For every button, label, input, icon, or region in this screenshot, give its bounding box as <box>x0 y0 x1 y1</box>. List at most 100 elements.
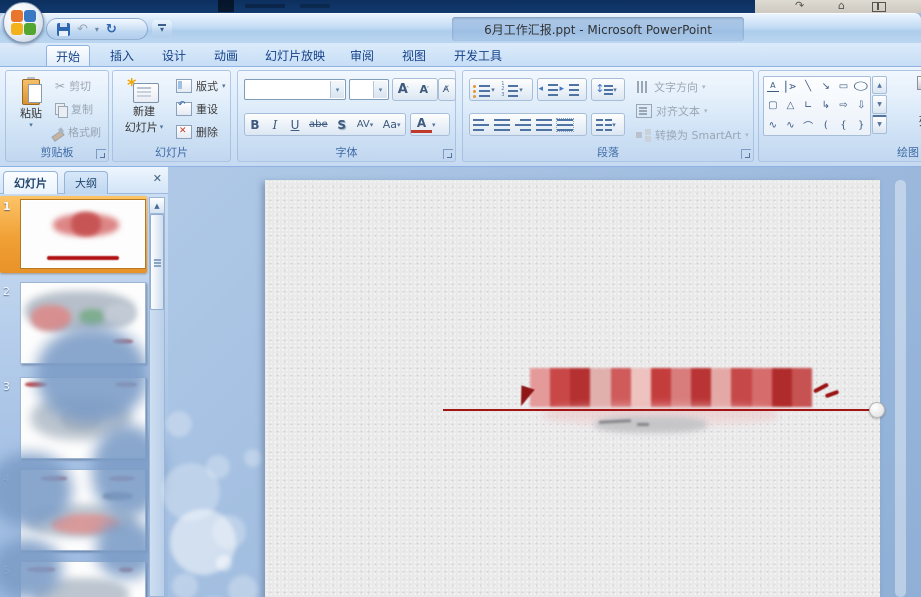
reset-button[interactable]: 重设 <box>173 99 221 119</box>
copy-button[interactable]: 复制 <box>52 99 96 119</box>
censor-blob <box>0 539 62 597</box>
convert-smartart-button[interactable]: 转换为 SmartArt ▾ <box>633 125 752 145</box>
redo-button[interactable]: ↻ <box>106 23 117 36</box>
tab-view[interactable]: 视图 <box>392 45 436 66</box>
elbow-arrow-connector-icon[interactable]: ↳ <box>817 96 835 115</box>
tab-slides-thumbnails[interactable]: 幻灯片 <box>3 171 58 194</box>
align-left-button[interactable] <box>470 115 491 134</box>
scroll-down-button[interactable]: ▼ <box>872 95 887 114</box>
scribble-shape-icon[interactable]: ∿ <box>782 116 800 135</box>
undo-button[interactable]: ↶ <box>77 23 88 36</box>
numbering-button[interactable]: ▾ <box>498 80 526 99</box>
close-icon[interactable]: ✕ <box>153 172 162 185</box>
font-size-buttons: Aˆ Aˇ <box>392 78 438 101</box>
italic-button[interactable]: I <box>265 115 285 134</box>
distribute-button[interactable] <box>554 115 575 134</box>
arrange-button[interactable]: 排 列 ▾ <box>897 75 921 141</box>
home-icon: ⌂ <box>838 0 845 12</box>
vertical-textbox-icon[interactable]: A <box>784 80 796 93</box>
bubble-decoration <box>212 515 246 549</box>
undo-dropdown-icon[interactable]: ▾ <box>95 25 99 34</box>
line-spacing-icon: ▾ <box>592 80 620 99</box>
clear-formatting-button[interactable]: A̸ <box>438 78 456 101</box>
textbox-icon[interactable]: A <box>767 81 779 92</box>
title-underline[interactable] <box>443 409 879 411</box>
tab-design[interactable]: 设计 <box>152 45 196 66</box>
font-color-button[interactable]: A ▾ <box>410 113 450 136</box>
line-spacing-button[interactable]: ▾ <box>591 78 625 101</box>
chevron-down-icon: ▾ <box>159 24 164 34</box>
tab-slideshow[interactable]: 幻灯片放映 <box>256 45 334 66</box>
tab-animations[interactable]: 动画 <box>204 45 248 66</box>
font-size-combo[interactable]: ▾ <box>349 79 389 100</box>
elbow-connector-icon[interactable]: ∟ <box>799 96 817 115</box>
tab-review[interactable]: 审阅 <box>340 45 384 66</box>
oval-shape-icon[interactable]: ◯ <box>849 78 873 95</box>
shrink-font-button[interactable]: Aˇ <box>414 80 435 99</box>
dialog-launcher-icon[interactable] <box>741 149 751 159</box>
left-brace-shape-icon[interactable]: { <box>835 116 853 135</box>
grow-font-button[interactable]: Aˆ <box>393 80 414 99</box>
scroll-up-button[interactable]: ▲ <box>150 198 164 214</box>
bullets-button[interactable]: ▾ <box>470 80 498 99</box>
redacted-slide-title[interactable] <box>530 368 812 407</box>
justify-icon <box>535 118 552 131</box>
freeform-shape-icon[interactable]: ∿ <box>764 116 782 135</box>
text-direction-button[interactable]: 文字方向 ▾ <box>633 77 709 97</box>
shapes-gallery[interactable]: A A ╲ ↘ ▭ ◯ ▢ △ ∟ ↳ ⇨ ⇩ ∿ ∿ ⌒ ( { } <box>763 76 871 136</box>
main-area: 幻灯片 大纲 ✕ 1 2 3 ▲ <box>0 167 921 597</box>
text-shadow-button[interactable]: S <box>332 115 352 134</box>
change-case-button[interactable]: Aa ▾ <box>378 115 405 134</box>
save-button[interactable] <box>57 22 70 36</box>
decrease-indent-button[interactable] <box>538 80 559 99</box>
layout-button[interactable]: 版式 ▾ <box>173 76 229 96</box>
new-slide-button[interactable]: * 新建 幻灯片 ▾ <box>119 75 169 135</box>
pane-scrollbar[interactable]: ▲ <box>149 197 165 597</box>
rounded-rectangle-shape-icon[interactable]: ▢ <box>764 96 782 115</box>
character-spacing-button[interactable]: AV ▾ <box>352 115 379 134</box>
tab-insert[interactable]: 插入 <box>100 45 144 66</box>
chevron-down-icon: ▾ <box>373 81 387 98</box>
qat-customize-button[interactable]: ▾ <box>152 20 172 38</box>
line-shape-icon[interactable]: ╲ <box>799 77 817 96</box>
office-button[interactable] <box>3 2 44 43</box>
triangle-shape-icon[interactable]: △ <box>782 96 800 115</box>
underline-button[interactable]: U <box>285 115 305 134</box>
delete-button[interactable]: 删除 <box>173 122 221 142</box>
format-painter-button[interactable]: 格式刷 <box>48 122 104 142</box>
slide-area-scrollbar[interactable] <box>895 180 906 597</box>
tab-outline[interactable]: 大纲 <box>64 171 108 194</box>
selection-handle[interactable] <box>869 402 885 418</box>
cut-button[interactable]: ✂ 剪切 <box>52 76 94 96</box>
paste-button[interactable]: 粘贴 ▾ <box>11 77 51 129</box>
slide-canvas[interactable] <box>265 180 885 597</box>
dialog-launcher-icon[interactable] <box>443 149 453 159</box>
justify-button[interactable] <box>533 115 554 134</box>
slide-number: 3 <box>3 380 10 393</box>
scroll-up-button[interactable]: ▲ <box>872 76 887 95</box>
align-center-button[interactable] <box>491 115 512 134</box>
curve-shape-icon[interactable]: ( <box>817 116 835 135</box>
arrow-shape-icon[interactable]: ↘ <box>817 77 835 96</box>
slide-thumbnail-1[interactable] <box>20 199 146 269</box>
tab-home[interactable]: 开始 <box>46 45 90 66</box>
bold-button[interactable]: B <box>245 115 265 134</box>
bubble-decoration <box>206 455 230 479</box>
right-arrow-shape-icon[interactable]: ⇨ <box>835 96 853 115</box>
arc-shape-icon[interactable]: ⌒ <box>799 116 817 135</box>
gallery-more-button[interactable]: ▼ <box>872 114 887 134</box>
dialog-launcher-icon[interactable] <box>96 149 106 159</box>
columns-button[interactable]: ▾ <box>591 113 625 136</box>
ribbon-tab-row: 开始 插入 设计 动画 幻灯片放映 审阅 视图 开发工具 <box>0 43 921 66</box>
scrollbar-thumb[interactable] <box>150 214 164 310</box>
increase-indent-button[interactable] <box>559 80 580 99</box>
tab-developer[interactable]: 开发工具 <box>444 45 512 66</box>
down-arrow-shape-icon[interactable]: ⇩ <box>852 96 870 115</box>
align-right-button[interactable] <box>512 115 533 134</box>
strikethrough-button[interactable]: abe <box>305 115 332 134</box>
indent-buttons <box>537 78 587 101</box>
bullets-icon <box>473 84 491 96</box>
right-brace-shape-icon[interactable]: } <box>852 116 870 135</box>
font-name-combo[interactable]: ▾ <box>244 79 346 100</box>
align-text-button[interactable]: 对齐文本 ▾ <box>633 101 711 121</box>
